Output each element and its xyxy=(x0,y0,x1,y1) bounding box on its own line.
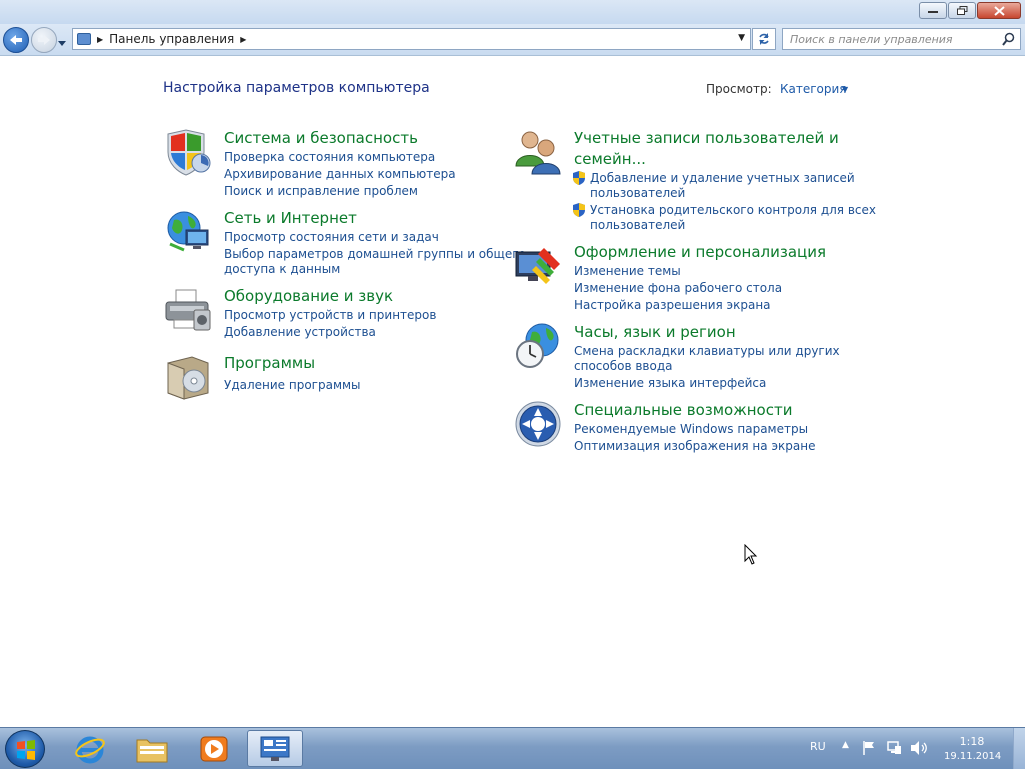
control-panel-icon xyxy=(260,736,290,761)
taskbar-explorer[interactable] xyxy=(124,730,180,767)
uac-shield-icon xyxy=(573,203,585,217)
category-link[interactable]: Удаление программы xyxy=(224,377,361,393)
category-link[interactable]: пользователей xyxy=(590,217,685,233)
uac-shield-icon xyxy=(573,171,585,185)
category-link[interactable]: Архивирование данных компьютера xyxy=(224,166,456,182)
category-title[interactable]: Программы xyxy=(224,353,315,374)
category-link[interactable]: Рекомендуемые Windows параметры xyxy=(574,421,808,437)
forward-button[interactable] xyxy=(31,27,57,53)
clock-date[interactable]: 19.11.2014 xyxy=(944,751,1001,762)
accessibility-icon[interactable] xyxy=(514,400,562,448)
breadcrumb-separator-icon[interactable]: ▶ xyxy=(97,35,103,44)
category-title[interactable]: Специальные возможности xyxy=(574,400,792,421)
printer-icon[interactable] xyxy=(164,286,212,334)
category-link[interactable]: доступа к данным xyxy=(224,261,340,277)
search-icon[interactable] xyxy=(1002,32,1015,46)
taskbar-media-player[interactable] xyxy=(186,730,242,767)
category-title[interactable]: Учетные записи пользователей и xyxy=(574,128,839,149)
volume-icon[interactable] xyxy=(910,740,928,756)
taskbar-internet-explorer[interactable] xyxy=(62,730,118,767)
category-title-continued[interactable]: семейн... xyxy=(574,149,646,170)
control-panel-small-icon xyxy=(77,33,91,45)
refresh-icon xyxy=(759,33,769,45)
category-title[interactable]: Оборудование и звук xyxy=(224,286,393,307)
arrow-left-icon xyxy=(10,35,22,45)
start-button[interactable] xyxy=(5,730,45,768)
view-by-label: Просмотр: xyxy=(706,82,772,96)
category-link[interactable]: Смена раскладки клавиатуры или других xyxy=(574,343,840,359)
clock-globe-icon[interactable] xyxy=(514,322,562,370)
page-title: Настройка параметров компьютера xyxy=(163,80,430,96)
restore-button[interactable] xyxy=(948,2,976,19)
category-title[interactable]: Сеть и Интернет xyxy=(224,208,357,229)
chevron-down-icon xyxy=(58,41,66,46)
clock-time[interactable]: 1:18 xyxy=(944,735,1000,748)
refresh-button[interactable] xyxy=(752,28,776,50)
programs-box-icon[interactable] xyxy=(164,353,212,401)
taskbar: RU ▲ 1:18 19.11.2014 xyxy=(0,727,1025,769)
arrow-right-icon xyxy=(38,35,50,45)
view-by-dropdown[interactable]: Категория xyxy=(780,82,847,96)
action-center-flag-icon[interactable] xyxy=(862,740,876,756)
category-link[interactable]: Выбор параметров домашней группы и общег… xyxy=(224,246,526,262)
windows-logo-icon xyxy=(17,740,35,760)
category-link[interactable]: Просмотр состояния сети и задач xyxy=(224,229,439,245)
minimize-icon xyxy=(928,10,938,13)
network-globe-icon[interactable] xyxy=(164,208,212,256)
tray-expand-icon[interactable]: ▲ xyxy=(842,740,849,750)
category-link[interactable]: Просмотр устройств и принтеров xyxy=(224,307,436,323)
back-button[interactable] xyxy=(3,27,29,53)
category-title[interactable]: Оформление и персонализация xyxy=(574,242,826,263)
minimize-button[interactable] xyxy=(919,2,947,19)
category-link[interactable]: Изменение темы xyxy=(574,263,681,279)
show-desktop-button[interactable] xyxy=(1013,728,1025,769)
address-toolbar: ▶ Панель управления ▶ ▼ xyxy=(0,24,1025,56)
category-link[interactable]: Поиск и исправление проблем xyxy=(224,183,418,199)
category-link[interactable]: способов ввода xyxy=(574,358,673,374)
close-button[interactable] xyxy=(977,2,1021,19)
shield-icon[interactable] xyxy=(164,128,212,176)
category-link[interactable]: Проверка состояния компьютера xyxy=(224,149,435,165)
category-title[interactable]: Часы, язык и регион xyxy=(574,322,736,343)
category-link[interactable]: Добавление устройства xyxy=(224,324,376,340)
category-link[interactable]: Добавление и удаление учетных записей xyxy=(590,170,855,186)
address-history-chevron-icon[interactable]: ▼ xyxy=(738,33,745,43)
category-link[interactable]: Изменение языка интерфейса xyxy=(574,375,766,391)
personalization-monitor-icon[interactable] xyxy=(514,242,562,290)
search-input[interactable] xyxy=(790,32,1000,46)
internet-explorer-icon xyxy=(75,736,105,763)
network-tray-icon[interactable] xyxy=(886,740,902,756)
media-player-icon xyxy=(200,736,228,761)
users-icon[interactable] xyxy=(514,128,562,176)
window-titlebar xyxy=(0,0,1025,24)
breadcrumb-control-panel[interactable]: Панель управления xyxy=(109,32,234,46)
mouse-cursor-icon xyxy=(744,544,758,565)
breadcrumb-separator-icon[interactable]: ▶ xyxy=(240,35,246,44)
close-icon xyxy=(993,5,1005,16)
language-indicator[interactable]: RU xyxy=(810,740,826,753)
category-title[interactable]: Система и безопасность xyxy=(224,128,418,149)
taskbar-control-panel[interactable] xyxy=(247,730,303,767)
address-field[interactable]: ▶ Панель управления ▶ ▼ xyxy=(72,28,751,50)
search-box[interactable] xyxy=(782,28,1021,50)
category-link[interactable]: Установка родительского контроля для все… xyxy=(590,202,876,218)
category-link[interactable]: Оптимизация изображения на экране xyxy=(574,438,815,454)
view-by-chevron-icon[interactable]: ▼ xyxy=(842,85,848,94)
category-link[interactable]: пользователей xyxy=(590,185,685,201)
explorer-folder-icon xyxy=(136,739,168,762)
restore-icon xyxy=(956,6,967,15)
category-link[interactable]: Настройка разрешения экрана xyxy=(574,297,771,313)
recent-pages-dropdown[interactable] xyxy=(58,35,66,49)
category-link[interactable]: Изменение фона рабочего стола xyxy=(574,280,782,296)
